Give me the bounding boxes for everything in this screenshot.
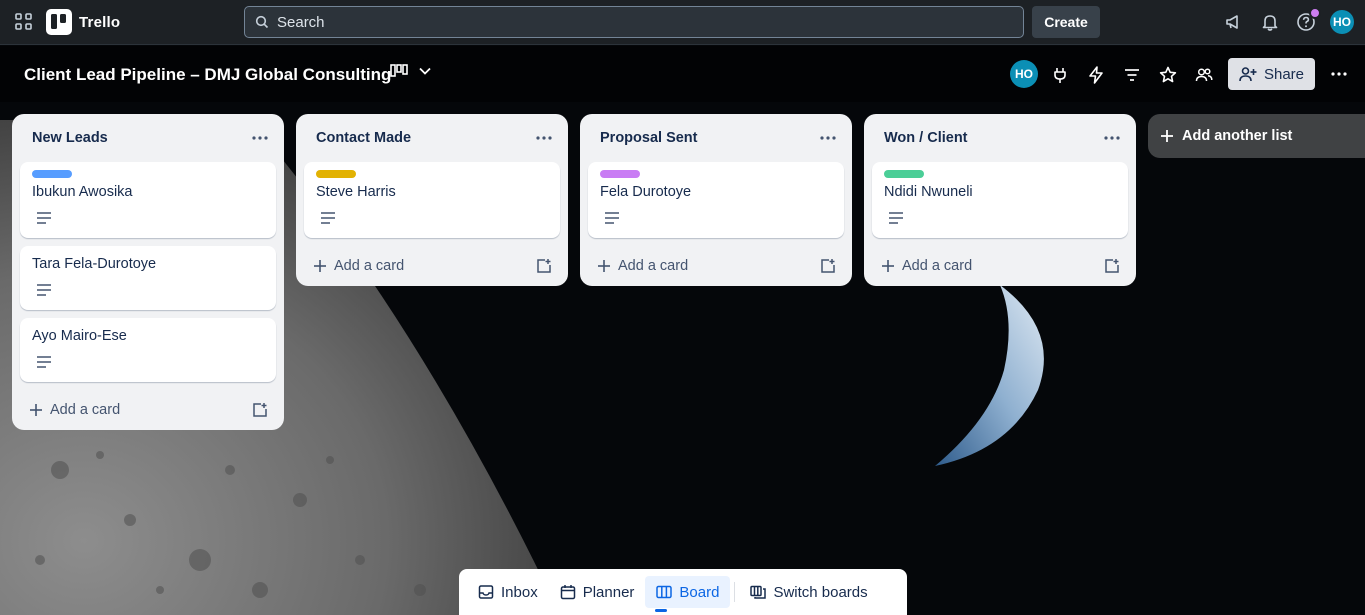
calendar-icon <box>560 585 575 600</box>
automation-icon[interactable] <box>1086 65 1106 85</box>
list-menu-icon[interactable] <box>818 128 838 148</box>
card-template-icon[interactable] <box>1104 258 1120 274</box>
share-label: Share <box>1263 65 1305 83</box>
card-fela-durotoye[interactable]: Fela Durotoye <box>588 162 844 238</box>
list-menu-icon[interactable] <box>1102 128 1122 148</box>
card-steve-harris[interactable]: Steve Harris <box>304 162 560 238</box>
search-input[interactable]: Search <box>244 6 1024 38</box>
search-placeholder: Search <box>277 13 325 31</box>
card-title: Tara Fela-Durotoye <box>32 256 157 272</box>
trello-logo[interactable]: Trello <box>46 9 120 35</box>
inbox-label: Inbox <box>501 583 538 601</box>
notification-dot <box>1309 7 1321 19</box>
card-ayo-mairo-ese[interactable]: Ayo Mairo-Ese <box>20 318 276 382</box>
card-label[interactable] <box>600 170 640 178</box>
board-header: Client Lead Pipeline – DMJ Global Consul… <box>0 46 1365 102</box>
planner-label: Planner <box>582 583 635 601</box>
list-menu-icon[interactable] <box>534 128 554 148</box>
inbox-button[interactable]: Inbox <box>467 576 549 608</box>
list-title[interactable]: New Leads <box>32 130 108 146</box>
search-icon <box>255 15 269 29</box>
megaphone-icon[interactable] <box>1224 12 1244 32</box>
switch-boards-button[interactable]: Switch boards <box>739 576 878 608</box>
card-title: Fela Durotoye <box>600 184 692 200</box>
plus-icon[interactable] <box>313 259 327 273</box>
card-label[interactable] <box>316 170 356 178</box>
add-card-row: Add a card <box>580 246 852 286</box>
bell-icon[interactable] <box>1260 12 1280 32</box>
card-label[interactable] <box>884 170 924 178</box>
add-card-button[interactable]: Add a card <box>50 402 120 418</box>
switch-boards-label: Switch boards <box>773 583 868 601</box>
board-title[interactable]: Client Lead Pipeline – DMJ Global Consul… <box>24 65 391 85</box>
plus-icon[interactable] <box>597 259 611 273</box>
add-card-button[interactable]: Add a card <box>902 258 972 274</box>
add-list-label: Add another list <box>1182 128 1293 144</box>
user-avatar[interactable]: HO <box>1330 10 1354 34</box>
power-ups-icon[interactable] <box>1050 65 1070 85</box>
board-view-switcher[interactable] <box>390 64 432 78</box>
filter-icon[interactable] <box>1122 65 1142 85</box>
chevron-down-icon <box>419 67 431 75</box>
card-ndidi-nwuneli[interactable]: Ndidi Nwuneli <box>872 162 1128 238</box>
add-card-row: Add a card <box>12 390 284 430</box>
list-proposal-sent: Proposal Sent Fela Durotoye Add a card <box>580 114 852 286</box>
list-title[interactable]: Won / Client <box>884 130 968 146</box>
share-button[interactable]: Share <box>1228 58 1315 90</box>
switch-boards-icon <box>750 585 767 599</box>
card-title: Steve Harris <box>316 184 396 200</box>
list-title[interactable]: Proposal Sent <box>600 130 698 146</box>
plus-icon[interactable] <box>29 403 43 417</box>
divider <box>734 582 736 602</box>
top-navigation: Trello Search Create HO <box>0 0 1365 45</box>
board-view-icon <box>390 64 408 77</box>
app-switcher-icon[interactable] <box>14 12 34 32</box>
description-icon <box>37 356 51 368</box>
list-contact-made: Contact Made Steve Harris Add a card <box>296 114 568 286</box>
bottom-view-bar: Inbox Planner Board Switch boards <box>459 569 907 615</box>
description-icon <box>37 212 51 224</box>
add-list-button[interactable]: Add another list <box>1148 114 1365 158</box>
add-person-icon <box>1239 67 1257 82</box>
card-template-icon[interactable] <box>252 402 268 418</box>
list-new-leads: New Leads Ibukun Awosika Tara Fela-Durot… <box>12 114 284 430</box>
card-label[interactable] <box>32 170 72 178</box>
star-icon[interactable] <box>1158 65 1178 85</box>
members-icon[interactable] <box>1194 65 1214 85</box>
card-title: Ibukun Awosika <box>32 184 133 200</box>
description-icon <box>605 212 619 224</box>
card-template-icon[interactable] <box>536 258 552 274</box>
card-tara-fela-durotoye[interactable]: Tara Fela-Durotoye <box>20 246 276 310</box>
list-won-client: Won / Client Ndidi Nwuneli Add a card <box>864 114 1136 286</box>
board-member-avatar[interactable]: HO <box>1010 60 1038 88</box>
board-button[interactable]: Board <box>645 576 731 612</box>
more-options-icon[interactable] <box>1329 64 1349 84</box>
planner-button[interactable]: Planner <box>549 576 646 608</box>
add-card-button[interactable]: Add a card <box>618 258 688 274</box>
app-name: Trello <box>79 13 121 31</box>
card-template-icon[interactable] <box>820 258 836 274</box>
add-card-row: Add a card <box>296 246 568 286</box>
description-icon <box>889 212 903 224</box>
trello-logo-icon <box>46 9 72 35</box>
board-label: Board <box>679 583 720 601</box>
description-icon <box>321 212 335 224</box>
add-card-button[interactable]: Add a card <box>334 258 404 274</box>
card-title: Ayo Mairo-Ese <box>32 328 127 344</box>
plus-icon[interactable] <box>881 259 895 273</box>
inbox-icon <box>478 585 494 599</box>
card-title: Ndidi Nwuneli <box>884 184 973 200</box>
add-card-row: Add a card <box>864 246 1136 286</box>
board-icon <box>656 585 673 599</box>
list-menu-icon[interactable] <box>250 128 270 148</box>
list-title[interactable]: Contact Made <box>316 130 411 146</box>
card-ibukun-awosika[interactable]: Ibukun Awosika <box>20 162 276 238</box>
create-button[interactable]: Create <box>1032 6 1100 38</box>
plus-icon <box>1161 130 1173 142</box>
description-icon <box>37 284 51 296</box>
